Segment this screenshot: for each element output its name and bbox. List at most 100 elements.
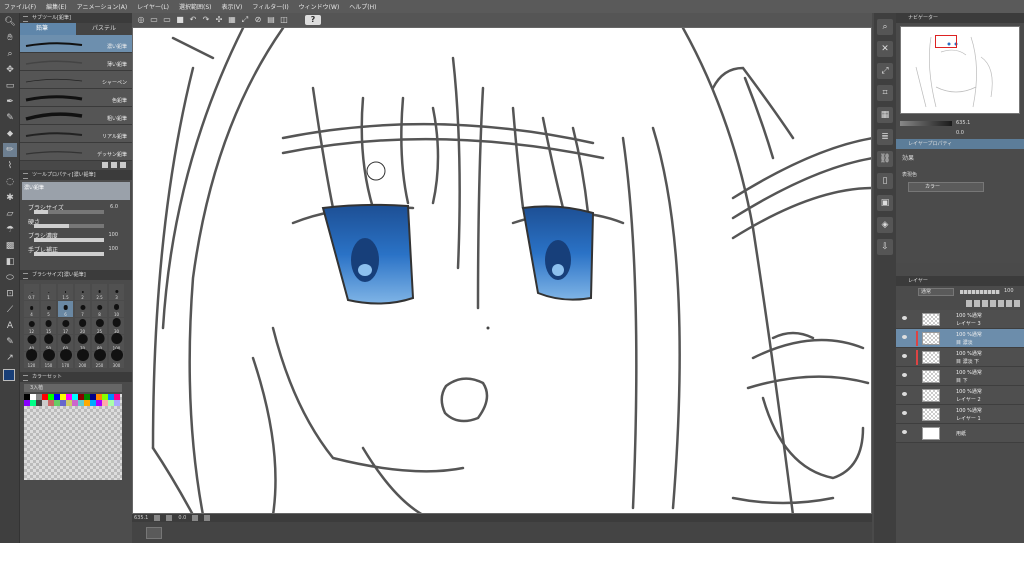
crop-icon[interactable]: ⌗ (877, 85, 893, 101)
zoom-in-icon[interactable] (166, 515, 173, 521)
merge-down-icon[interactable] (998, 300, 1004, 307)
transform-icon[interactable]: ⤢ (240, 15, 250, 25)
save-icon[interactable]: ■ (175, 15, 185, 25)
hardness-row[interactable]: 硬さ (20, 216, 132, 230)
brush-size-cell[interactable]: 250 (92, 349, 107, 368)
eyedropper-tool-icon[interactable]: ✒ (3, 95, 17, 109)
navigator-zoom-slider[interactable] (900, 121, 952, 126)
figure-tool-icon[interactable]: ⬭ (3, 271, 17, 285)
brush-size-cell[interactable]: 1.5 (58, 284, 73, 300)
brush-size-cell[interactable]: 10 (109, 301, 124, 317)
eye-icon[interactable] (902, 335, 907, 339)
brush-size-cell[interactable]: 20 (75, 318, 90, 334)
new-file-icon[interactable]: ▭ (149, 15, 159, 25)
menu-edit[interactable]: 編集(E) (46, 2, 66, 11)
brush-size-cell[interactable]: 300 (109, 349, 124, 368)
brush-size-row[interactable]: ブラシサイズ 6.0 (20, 202, 132, 216)
brush-item[interactable]: 色鉛筆 (20, 89, 132, 107)
layer-row[interactable]: 100 %通常目 濃淡 下 (896, 348, 1024, 367)
help-button[interactable]: ? (305, 15, 321, 25)
brush-size-cell[interactable]: 7 (75, 301, 90, 317)
layer-row[interactable]: 100 %通常 レイヤー 1 (896, 405, 1024, 424)
help-icon help[interactable] (292, 15, 302, 25)
layer-list-icon[interactable]: ≣ (877, 129, 893, 145)
menu-animation[interactable]: アニメーション(A) (77, 2, 128, 11)
brush-size-cell[interactable]: 0.7 (24, 284, 39, 300)
brush-item[interactable]: 薄い鉛筆 (20, 53, 132, 71)
stabilization-slider[interactable] (34, 252, 104, 256)
rotate-left-icon[interactable] (192, 515, 199, 521)
balloon-tool-icon[interactable]: ✎ (3, 335, 17, 349)
eye-icon[interactable] (902, 392, 907, 396)
new-raster-layer-icon[interactable] (966, 300, 972, 307)
frame-tool-icon[interactable]: ⊡ (3, 287, 17, 301)
hand-tool-icon[interactable]: ✋︎ (3, 31, 17, 45)
brush-tool-icon[interactable]: ⌇ (3, 159, 17, 173)
menu-file[interactable]: ファイル(F) (4, 2, 36, 11)
brush-item[interactable]: シャーペン (20, 71, 132, 89)
layer-row[interactable]: 100 %通常 レイヤー 3 (896, 310, 1024, 329)
blend-mode-select[interactable]: 通常 (918, 288, 954, 296)
menu-help[interactable]: ヘルプ(H) (349, 2, 376, 11)
transfer-down-icon[interactable] (990, 300, 996, 307)
brush-size-cell[interactable]: 150 (41, 349, 56, 368)
menu-filter[interactable]: フィルター(I) (252, 2, 288, 11)
menu-view[interactable]: 表示(V) (222, 2, 243, 11)
brush-size-cell[interactable]: 200 (75, 349, 90, 368)
new-folder-icon[interactable] (982, 300, 988, 307)
navigator-thumbnail[interactable] (900, 26, 1020, 114)
palette-swatches[interactable] (24, 394, 122, 406)
pen-tool-icon[interactable]: ✎ (3, 111, 17, 125)
new-vector-layer-icon[interactable] (974, 300, 980, 307)
brush-item[interactable]: 濃い鉛筆 (20, 35, 132, 53)
main-color-swatch[interactable] (3, 369, 15, 381)
decoration-tool-icon[interactable]: ✱ (3, 191, 17, 205)
redo-icon[interactable]: ↷ (201, 15, 211, 25)
delete-layer-icon[interactable] (1014, 300, 1020, 307)
delete-subtool-icon[interactable] (120, 162, 126, 168)
timeline-toggle-icon[interactable] (146, 527, 162, 539)
document-icon[interactable]: ▯ (877, 173, 893, 189)
navigator-view-rect[interactable] (935, 35, 957, 48)
text-tool-icon[interactable]: A (3, 319, 17, 333)
zoom-tool-icon[interactable]: 🔍︎ (3, 15, 17, 29)
snap-grid-icon[interactable]: ▤ (266, 15, 276, 25)
layer-row[interactable]: 100 %通常目 濃淡 (896, 329, 1024, 348)
eye-icon[interactable] (902, 373, 907, 377)
eye-icon[interactable] (902, 354, 907, 358)
layer-row[interactable]: 100 %通常 レイヤー 2 (896, 386, 1024, 405)
clear-icon[interactable]: ✕ (877, 41, 893, 57)
fill-tool-icon[interactable]: ▩ (3, 239, 17, 253)
stabilization-row[interactable]: 手ブレ補正 100 (20, 244, 132, 258)
palette-swatch[interactable] (114, 400, 120, 406)
layer-fill-icon[interactable]: ▦ (877, 107, 893, 123)
expand-icon[interactable]: ⤢ (877, 63, 893, 79)
search-icon[interactable]: ⌕ (877, 19, 893, 35)
copy-subtool-icon[interactable] (111, 162, 117, 168)
airbrush-tool-icon[interactable]: ◌ (3, 175, 17, 189)
tab-pencil[interactable]: 鉛筆 (20, 23, 76, 35)
eraser-tool-icon[interactable]: ▱ (3, 207, 17, 221)
brush-density-row[interactable]: ブラシ濃度 100 (20, 230, 132, 244)
brush-size-cell[interactable]: 17 (58, 318, 73, 334)
zoom-out-icon[interactable] (154, 515, 161, 521)
brush-size-cell[interactable]: 12 (24, 318, 39, 334)
brush-size-cell[interactable]: 4 (24, 301, 39, 317)
snap-ruler-icon[interactable]: ⊘ (253, 15, 263, 25)
brush-size-cell[interactable]: 8 (92, 301, 107, 317)
snap-special-icon[interactable]: ◫ (279, 15, 289, 25)
tab-pastel[interactable]: パステル (76, 23, 132, 35)
eye-icon[interactable] (902, 430, 907, 434)
brush-size-cell[interactable]: 170 (58, 349, 73, 368)
material-icon[interactable]: ◈ (877, 217, 893, 233)
menu-layer[interactable]: レイヤー(L) (137, 2, 169, 11)
pencil-tool-icon[interactable]: ✏︎ (3, 143, 17, 157)
brush-size-cell[interactable]: 2 (75, 284, 90, 300)
brush-size-cell[interactable]: 120 (24, 349, 39, 368)
undo-icon[interactable]: ↶ (188, 15, 198, 25)
brush-size-cell[interactable]: 30 (109, 318, 124, 334)
brush-density-slider[interactable] (34, 238, 104, 242)
brush-size-cell[interactable]: 15 (41, 318, 56, 334)
blend-tool-icon[interactable]: ☂ (3, 223, 17, 237)
brush-item[interactable]: リアル鉛筆 (20, 125, 132, 143)
